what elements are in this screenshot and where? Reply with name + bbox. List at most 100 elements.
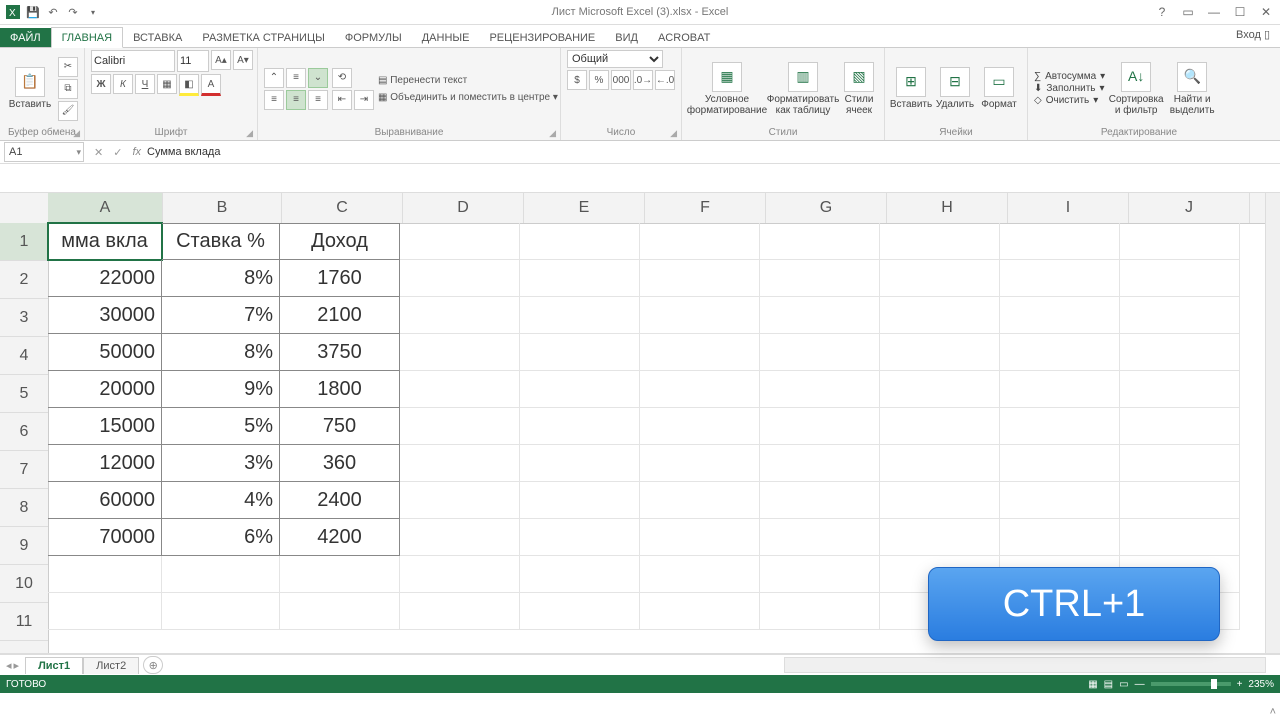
underline-button[interactable]: Ч xyxy=(135,74,155,94)
cell-A9[interactable]: 70000 xyxy=(48,519,162,556)
undo-icon[interactable]: ↶ xyxy=(44,3,62,21)
row-header-8[interactable]: 8 xyxy=(0,489,48,527)
cell-C10[interactable] xyxy=(280,556,400,593)
row-header-2[interactable]: 2 xyxy=(0,261,48,299)
decrease-decimal-icon[interactable]: ←.0 xyxy=(655,70,675,90)
row-header-10[interactable]: 10 xyxy=(0,565,48,603)
cell-E9[interactable] xyxy=(520,519,640,556)
cell-E5[interactable] xyxy=(520,371,640,408)
column-headers[interactable]: ABCDEFGHIJ xyxy=(48,193,1266,224)
row-header-5[interactable]: 5 xyxy=(0,375,48,413)
paste-button[interactable]: 📋 Вставить xyxy=(6,67,54,110)
row-header-9[interactable]: 9 xyxy=(0,527,48,565)
cell-A5[interactable]: 20000 xyxy=(48,371,162,408)
new-sheet-button[interactable]: ⊕ xyxy=(143,656,163,674)
col-header-A[interactable]: A xyxy=(48,193,163,223)
cell-G10[interactable] xyxy=(760,556,880,593)
indent-increase-icon[interactable]: ⇥ xyxy=(354,90,374,110)
tab-review[interactable]: РЕЦЕНЗИРОВАНИЕ xyxy=(479,28,605,47)
cell-E4[interactable] xyxy=(520,334,640,371)
zoom-level[interactable]: 235% xyxy=(1248,679,1274,690)
cell-E11[interactable] xyxy=(520,593,640,630)
cell-H5[interactable] xyxy=(880,371,1000,408)
cell-G4[interactable] xyxy=(760,334,880,371)
sheet-nav-next-icon[interactable]: ▸ xyxy=(14,659,20,672)
row-headers[interactable]: 1234567891011 xyxy=(0,223,49,653)
cell-A4[interactable]: 50000 xyxy=(48,334,162,371)
cell-F2[interactable] xyxy=(640,260,760,297)
cell-C5[interactable]: 1800 xyxy=(280,371,400,408)
cancel-formula-icon[interactable]: ✕ xyxy=(94,146,103,159)
cell-D4[interactable] xyxy=(400,334,520,371)
decrease-font-icon[interactable]: A▾ xyxy=(233,50,253,70)
increase-font-icon[interactable]: A▴ xyxy=(211,50,231,70)
cell-D5[interactable] xyxy=(400,371,520,408)
name-box[interactable]: A1▾ xyxy=(4,142,84,162)
cell-F8[interactable] xyxy=(640,482,760,519)
zoom-out-icon[interactable]: — xyxy=(1135,679,1145,690)
merge-center-button[interactable]: ▦ Объединить и поместить в центре ▾ xyxy=(378,92,558,103)
italic-button[interactable]: К xyxy=(113,74,133,94)
cell-H1[interactable] xyxy=(880,223,1000,260)
page-break-icon[interactable]: ▭ xyxy=(1119,679,1128,690)
cell-J8[interactable] xyxy=(1120,482,1240,519)
font-name-select[interactable] xyxy=(91,50,175,72)
cell-E1[interactable] xyxy=(520,223,640,260)
minimize-icon[interactable]: — xyxy=(1204,5,1224,19)
cell-A2[interactable]: 22000 xyxy=(48,260,162,297)
format-as-table-button[interactable]: ▥Форматировать как таблицу xyxy=(770,62,836,116)
comma-icon[interactable]: 000 xyxy=(611,70,631,90)
fill-button[interactable]: ⬇ Заполнить ▾ xyxy=(1034,83,1105,94)
cell-H8[interactable] xyxy=(880,482,1000,519)
insert-cells-button[interactable]: ⊞Вставить xyxy=(891,67,931,110)
cell-I2[interactable] xyxy=(1000,260,1120,297)
border-icon[interactable]: ▦ xyxy=(157,74,177,94)
sheet-nav-prev-icon[interactable]: ◂ xyxy=(6,659,12,672)
cell-styles-button[interactable]: ▧Стили ячеек xyxy=(840,62,878,116)
col-header-B[interactable]: B xyxy=(163,193,282,223)
select-all-corner[interactable] xyxy=(0,193,49,224)
cell-J6[interactable] xyxy=(1120,408,1240,445)
cut-icon[interactable]: ✂ xyxy=(58,57,78,77)
cell-B11[interactable] xyxy=(162,593,280,630)
cell-E2[interactable] xyxy=(520,260,640,297)
cell-C4[interactable]: 3750 xyxy=(280,334,400,371)
col-header-G[interactable]: G xyxy=(766,193,887,223)
cell-E3[interactable] xyxy=(520,297,640,334)
tab-insert[interactable]: ВСТАВКА xyxy=(123,28,192,47)
cell-B1[interactable]: Ставка % xyxy=(162,223,280,260)
cell-D9[interactable] xyxy=(400,519,520,556)
cell-F3[interactable] xyxy=(640,297,760,334)
cell-J7[interactable] xyxy=(1120,445,1240,482)
increase-decimal-icon[interactable]: .0→ xyxy=(633,70,653,90)
cell-F9[interactable] xyxy=(640,519,760,556)
row-header-7[interactable]: 7 xyxy=(0,451,48,489)
tab-layout[interactable]: РАЗМЕТКА СТРАНИЦЫ xyxy=(192,28,334,47)
cell-I4[interactable] xyxy=(1000,334,1120,371)
cell-G2[interactable] xyxy=(760,260,880,297)
cell-C2[interactable]: 1760 xyxy=(280,260,400,297)
cell-G9[interactable] xyxy=(760,519,880,556)
wrap-text-button[interactable]: ▤ Перенести текст xyxy=(378,75,558,86)
cell-I5[interactable] xyxy=(1000,371,1120,408)
row-header-11[interactable]: 11 xyxy=(0,603,48,641)
cell-F1[interactable] xyxy=(640,223,760,260)
cell-B9[interactable]: 6% xyxy=(162,519,280,556)
redo-icon[interactable]: ↷ xyxy=(64,3,82,21)
cell-A3[interactable]: 30000 xyxy=(48,297,162,334)
font-size-select[interactable] xyxy=(177,50,209,72)
cell-C11[interactable] xyxy=(280,593,400,630)
percent-icon[interactable]: % xyxy=(589,70,609,90)
copy-icon[interactable]: ⧉ xyxy=(58,79,78,99)
cell-B3[interactable]: 7% xyxy=(162,297,280,334)
tab-formulas[interactable]: ФОРМУЛЫ xyxy=(335,28,412,47)
cell-G5[interactable] xyxy=(760,371,880,408)
cell-I7[interactable] xyxy=(1000,445,1120,482)
align-center-icon[interactable]: ≡ xyxy=(286,90,306,110)
conditional-formatting-button[interactable]: ▦Условное форматирование xyxy=(688,62,766,116)
number-format-select[interactable]: Общий xyxy=(567,50,663,68)
cell-C6[interactable]: 750 xyxy=(280,408,400,445)
close-icon[interactable]: ✕ xyxy=(1256,5,1276,19)
cell-I8[interactable] xyxy=(1000,482,1120,519)
autosum-button[interactable]: ∑ Автосумма ▾ xyxy=(1034,71,1105,82)
